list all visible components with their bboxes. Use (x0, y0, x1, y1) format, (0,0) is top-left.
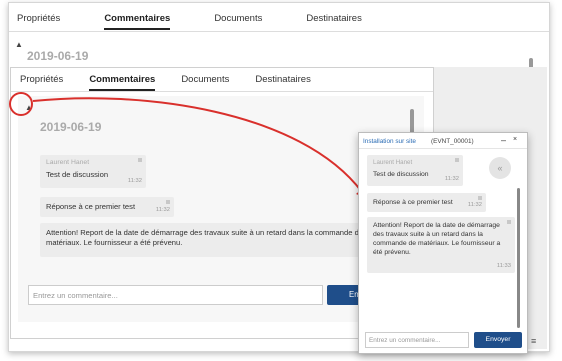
menu-icon[interactable]: ≡ (531, 336, 536, 346)
comment-input[interactable]: Entrez un commentaire... (28, 285, 323, 305)
chat-comment-input[interactable]: Entrez un commentaire... (365, 332, 469, 348)
chat-comment-bubble: Laurent Hanet Test de discussion 11:32 (367, 155, 463, 186)
comment-text: Attention! Report de la date de démarrag… (373, 222, 501, 256)
comment-author: Laurent Hanet (373, 159, 413, 166)
bg-tab-documents[interactable]: Documents (214, 13, 262, 30)
bg-tab-proprietes[interactable]: Propriétés (17, 13, 60, 30)
comment-time: 11:32 (467, 202, 482, 208)
bg-tab-bar: Propriétés Commentaires Documents Destin… (17, 13, 406, 30)
comment-time: 11:32 (444, 176, 459, 182)
bg-tab-destinataires[interactable]: Destinataires (306, 13, 361, 30)
comment-bubble: Laurent Hanet Test de discussion 11:32 (40, 155, 146, 188)
bg-tab-divider (9, 31, 549, 32)
chat-title-link[interactable]: Installation sur site (363, 138, 416, 145)
comment-text: Attention! Report de la date de démarrag… (46, 228, 364, 247)
chat-event-id: (EVNT_00001) (431, 138, 474, 145)
comment-status-dot (507, 220, 511, 224)
comment-text: Réponse à ce premier test (373, 199, 453, 206)
bg-tab-commentaires[interactable]: Commentaires (104, 13, 171, 30)
chat-scrollbar[interactable] (517, 188, 520, 328)
tab-commentaires[interactable]: Commentaires (89, 74, 156, 91)
comment-bubble: Attention! Report de la date de démarrag… (40, 223, 378, 257)
close-icon[interactable]: × (513, 136, 517, 143)
comment-text: Test de discussion (46, 170, 109, 179)
comment-time: 11:32 (155, 207, 170, 213)
tab-destinataires[interactable]: Destinataires (255, 74, 310, 91)
date-heading: 2019-06-19 (40, 120, 102, 134)
minimize-icon[interactable]: – (501, 135, 506, 145)
chat-window: Installation sur site (EVNT_00001) – × «… (358, 132, 528, 354)
comment-bubble: Réponse à ce premier test 11:32 (40, 197, 174, 217)
pin-icon[interactable]: ▲ (25, 103, 33, 112)
comment-status-dot (138, 158, 142, 162)
tab-documents[interactable]: Documents (181, 74, 229, 91)
scroll-up-icon[interactable]: « (489, 157, 511, 179)
comment-status-dot (166, 200, 170, 204)
chat-header-divider (359, 148, 527, 149)
bg-date-heading: 2019-06-19 (27, 49, 89, 63)
chat-comment-bubble: Attention! Report de la date de démarrag… (367, 217, 515, 273)
comment-text: Réponse à ce premier test (46, 202, 136, 211)
pin-icon[interactable]: ▲ (15, 40, 23, 49)
tab-proprietes[interactable]: Propriétés (20, 74, 63, 91)
comment-author: Laurent Hanet (46, 159, 90, 166)
comment-time: 11:32 (127, 178, 142, 184)
comment-text: Test de discussion (373, 171, 429, 178)
chat-send-button[interactable]: Envoyer (474, 332, 522, 348)
comment-status-dot (455, 158, 459, 162)
chat-comment-bubble: Réponse à ce premier test 11:32 (367, 193, 486, 212)
comment-time: 11:33 (496, 263, 511, 269)
tab-divider (11, 91, 433, 92)
tab-bar: Propriétés Commentaires Documents Destin… (20, 74, 337, 91)
